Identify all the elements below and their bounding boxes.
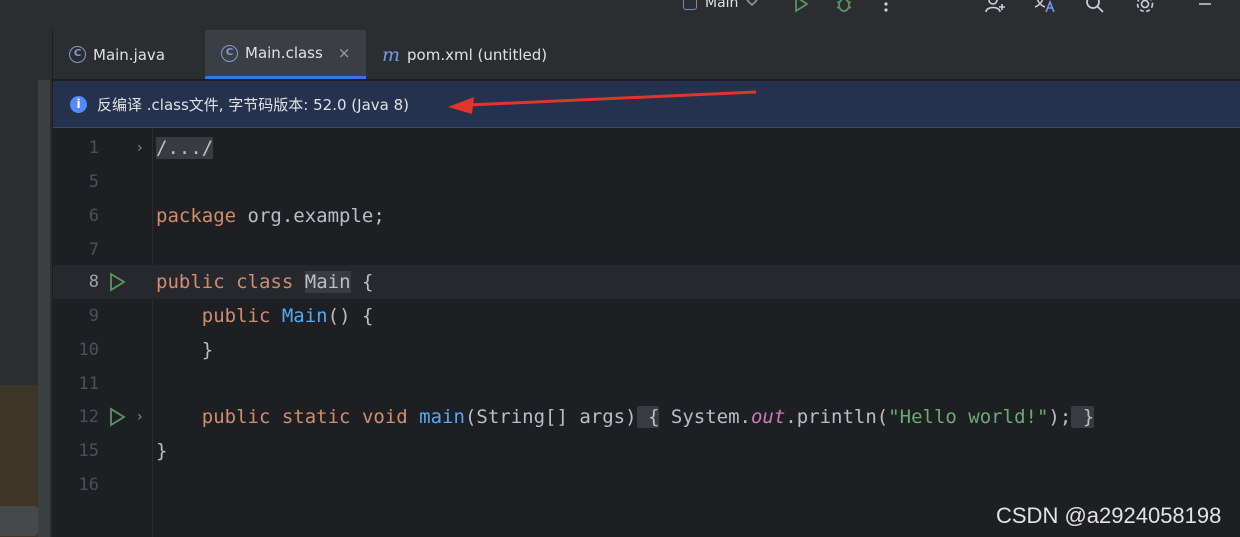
minimize-icon[interactable]: [1193, 0, 1217, 16]
translate-icon[interactable]: [1033, 0, 1057, 16]
editor-tabs: C Main.java C Main.class × m pom.xml (un…: [53, 30, 1240, 80]
code-line: 11: [53, 367, 1240, 401]
code-line: 16: [53, 468, 1240, 502]
line-number: 6: [88, 206, 99, 226]
banner-text: 反编译 .class文件, 字节码版本: 52.0 (Java 8): [97, 95, 409, 114]
folded-body-close[interactable]: }: [1071, 406, 1095, 428]
maven-icon: m: [382, 43, 401, 66]
line-number: 11: [78, 374, 99, 394]
keyword: class: [236, 271, 294, 293]
code-token: .println(: [785, 406, 889, 428]
package-name: org.example;: [236, 205, 385, 227]
left-tool-strip: [0, 30, 52, 537]
close-icon[interactable]: ×: [338, 44, 351, 62]
code-line: 12 › public static void main(String[] ar…: [53, 400, 1240, 434]
fold-expand-icon[interactable]: ›: [137, 131, 143, 165]
method-name: main: [419, 406, 465, 428]
class-icon: C: [69, 46, 86, 63]
code-line-current: 8 public class Main {: [53, 265, 1240, 299]
code-line: 10 }: [53, 333, 1240, 367]
tab-label: pom.xml (untitled): [407, 45, 548, 64]
chevron-down-icon: [746, 0, 758, 7]
project-panel-scrollbar[interactable]: [38, 80, 50, 537]
keyword: static: [281, 406, 351, 428]
line-number: 1: [88, 138, 99, 158]
keyword: public: [156, 271, 225, 293]
code-line: 6 package org.example;: [53, 199, 1240, 233]
line-number: 8: [88, 272, 99, 292]
folded-body-open[interactable]: {: [636, 406, 660, 428]
line-number: 5: [88, 172, 99, 192]
code-token: System.: [670, 406, 751, 428]
line-number: 7: [88, 240, 99, 260]
code-line: 15 }: [53, 434, 1240, 468]
code-text: package org.example;: [156, 199, 385, 233]
run-config-icon: [683, 0, 697, 10]
project-panel-item[interactable]: [0, 506, 38, 536]
tab-main-java[interactable]: C Main.java: [53, 30, 205, 79]
tab-label: Main.class: [245, 44, 323, 62]
tab-main-class[interactable]: C Main.class ×: [205, 30, 366, 79]
code-text: public Main() {: [156, 299, 374, 333]
constructor-name: Main: [281, 305, 328, 327]
code-text: /.../: [156, 131, 214, 165]
watermark: CSDN @a2924058198: [996, 503, 1222, 528]
line-number: 9: [88, 306, 99, 326]
brace: {: [350, 271, 374, 293]
fold-expand-icon[interactable]: ›: [137, 400, 143, 434]
tab-pom-xml[interactable]: m pom.xml (untitled): [366, 30, 566, 79]
search-icon[interactable]: [1083, 0, 1107, 16]
keyword: public: [201, 305, 271, 327]
code-line: 9 public Main() {: [53, 299, 1240, 333]
run-gutter-icon[interactable]: [107, 407, 127, 427]
code-text: public static void main(String[] args) {…: [156, 400, 1095, 434]
code-text: }: [156, 440, 168, 462]
code-token: );: [1048, 406, 1072, 428]
line-number: 15: [78, 441, 99, 461]
code-line: 7: [53, 233, 1240, 267]
keyword: public: [201, 406, 271, 428]
line-number: 12: [78, 407, 99, 427]
class-icon: C: [221, 44, 238, 62]
run-icon[interactable]: [789, 0, 813, 16]
code-text: }: [156, 339, 214, 361]
line-number: 10: [78, 340, 99, 360]
line-number: 16: [78, 475, 99, 495]
settings-icon[interactable]: [1133, 0, 1157, 16]
annotation-arrow-icon: [448, 90, 757, 114]
class-name: Main: [304, 271, 351, 293]
static-field: out: [750, 406, 786, 428]
info-icon: i: [70, 95, 87, 113]
keyword: package: [156, 205, 237, 227]
parens: () {: [327, 305, 374, 327]
run-gutter-icon[interactable]: [107, 272, 127, 292]
params: (String[] args): [464, 406, 637, 428]
debug-icon[interactable]: [832, 0, 856, 16]
add-user-icon[interactable]: [983, 0, 1007, 16]
code-text: public class Main {: [156, 265, 373, 299]
run-configuration-selector[interactable]: Main: [683, 0, 758, 13]
code-editor[interactable]: 1 › /.../ 5 6 package org.example; 7 8 p…: [53, 129, 1240, 537]
code-line: 1 › /.../: [53, 131, 1240, 165]
top-toolbar: Main: [0, 0, 1240, 30]
tab-label: Main.java: [93, 45, 166, 64]
more-icon[interactable]: [874, 0, 898, 16]
folded-imports[interactable]: /.../: [156, 137, 214, 159]
keyword: void: [361, 406, 408, 428]
run-config-label: Main: [705, 0, 739, 11]
string-literal: "Hello world!": [888, 406, 1049, 428]
code-line: 5: [53, 165, 1240, 199]
